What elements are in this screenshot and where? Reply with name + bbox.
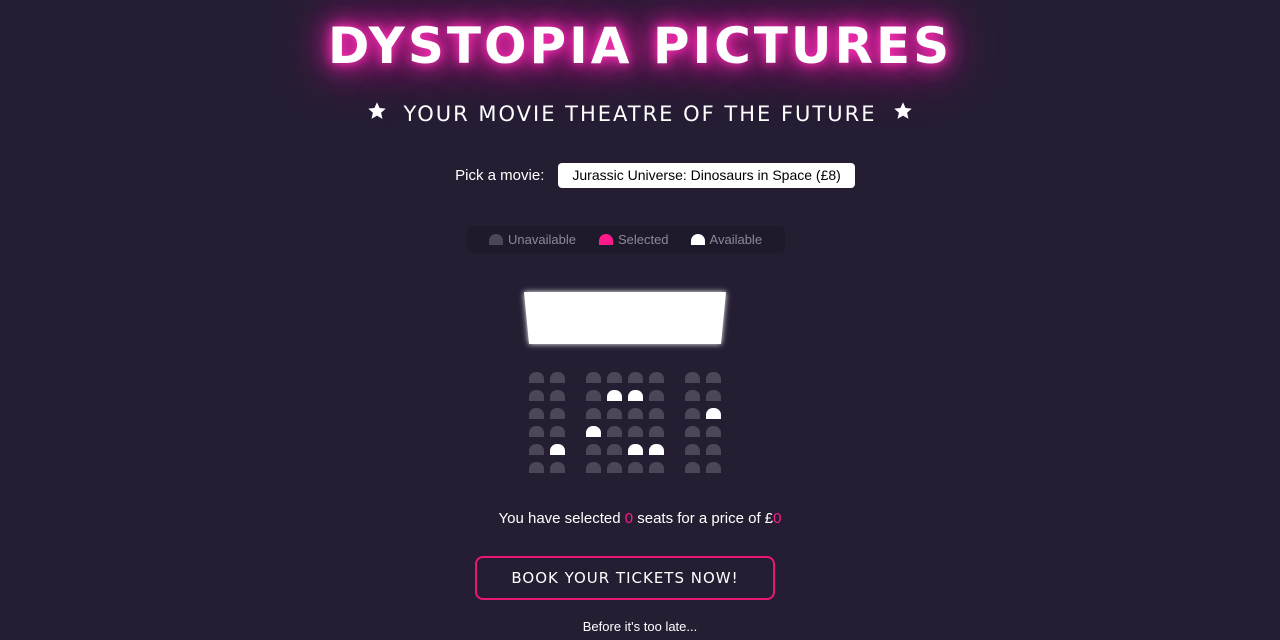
seat-unavailable [607, 426, 622, 437]
seat-unavailable [649, 462, 664, 473]
seat-unavailable [685, 390, 700, 401]
legend-available-label: Available [709, 232, 763, 247]
seat-unavailable-icon [489, 234, 503, 245]
seat-unavailable [649, 372, 664, 383]
star-icon [367, 101, 387, 127]
seat-unavailable [550, 390, 565, 401]
seat-unavailable [607, 372, 622, 383]
seat-unavailable [607, 444, 622, 455]
seat-unavailable [550, 462, 565, 473]
seat-available[interactable] [607, 390, 622, 401]
seat-unavailable [586, 408, 601, 419]
seat-available-icon [690, 234, 705, 245]
movie-select[interactable]: Jurassic Universe: Dinosaurs in Space (£… [558, 163, 855, 188]
movie-picker-label: Pick a movie: [455, 167, 545, 184]
seat-unavailable [628, 426, 643, 437]
subtitle-text: YOUR MOVIE THEATRE OF THE FUTURE [403, 102, 877, 126]
summary-middle: seats for a price of £ [637, 510, 774, 527]
legend-available: Available [690, 232, 763, 247]
seat-unavailable [529, 426, 544, 437]
seat-available[interactable] [550, 444, 565, 455]
footer-note: Before it's too late... [582, 619, 698, 634]
seat-unavailable [706, 390, 721, 401]
star-icon [893, 101, 913, 127]
page-title: DYSTOPIA PICTURES [327, 17, 953, 75]
seat-unavailable [529, 372, 544, 383]
legend-unavailable: Unavailable [489, 232, 576, 247]
seat-unavailable [685, 426, 700, 437]
seat-unavailable [586, 444, 601, 455]
seat-unavailable [685, 444, 700, 455]
seat-unavailable [685, 462, 700, 473]
seat-selected-icon [598, 234, 613, 245]
legend-unavailable-label: Unavailable [508, 232, 576, 247]
selected-seat-count: 0 [624, 510, 634, 527]
seat-unavailable [685, 372, 700, 383]
seat-unavailable [550, 426, 565, 437]
seat-available[interactable] [706, 408, 721, 419]
seat-unavailable [649, 408, 664, 419]
seat-unavailable [628, 408, 643, 419]
page-subtitle: YOUR MOVIE THEATRE OF THE FUTURE [0, 100, 1280, 127]
seat-unavailable [685, 408, 700, 419]
total-price: 0 [773, 510, 782, 527]
seat-unavailable [586, 372, 601, 383]
seat-unavailable [550, 408, 565, 419]
seat-legend: Unavailable Selected Available [467, 226, 785, 253]
page: DYSTOPIA PICTURES YOUR MOVIE THEATRE OF … [0, 0, 1280, 640]
seat-unavailable [586, 390, 601, 401]
seat-available[interactable] [649, 444, 664, 455]
seat-unavailable [649, 426, 664, 437]
seat-unavailable [607, 462, 622, 473]
seat-unavailable [529, 408, 544, 419]
seat-unavailable [649, 390, 664, 401]
seat-unavailable [529, 390, 544, 401]
seat-unavailable [706, 444, 721, 455]
summary-prefix: You have selected [498, 510, 621, 527]
cinema-screen [522, 292, 728, 345]
seat-unavailable [529, 444, 544, 455]
seat-unavailable [628, 372, 643, 383]
legend-selected: Selected [598, 232, 669, 247]
seat-available[interactable] [628, 444, 643, 455]
seat-available[interactable] [628, 390, 643, 401]
seat-unavailable [706, 372, 721, 383]
seat-unavailable [550, 372, 565, 383]
book-tickets-button[interactable]: BOOK YOUR TICKETS NOW! [475, 556, 775, 600]
seat-unavailable [607, 408, 622, 419]
movie-picker: Pick a movie: Jurassic Universe: Dinosau… [0, 163, 1280, 188]
seat-unavailable [586, 462, 601, 473]
selection-summary: You have selected 0 seats for a price of… [0, 510, 1280, 527]
seat-unavailable [529, 462, 544, 473]
seat-unavailable [706, 426, 721, 437]
seat-available[interactable] [586, 426, 601, 437]
seat-unavailable [706, 462, 721, 473]
legend-selected-label: Selected [617, 232, 669, 247]
seat-unavailable [628, 462, 643, 473]
